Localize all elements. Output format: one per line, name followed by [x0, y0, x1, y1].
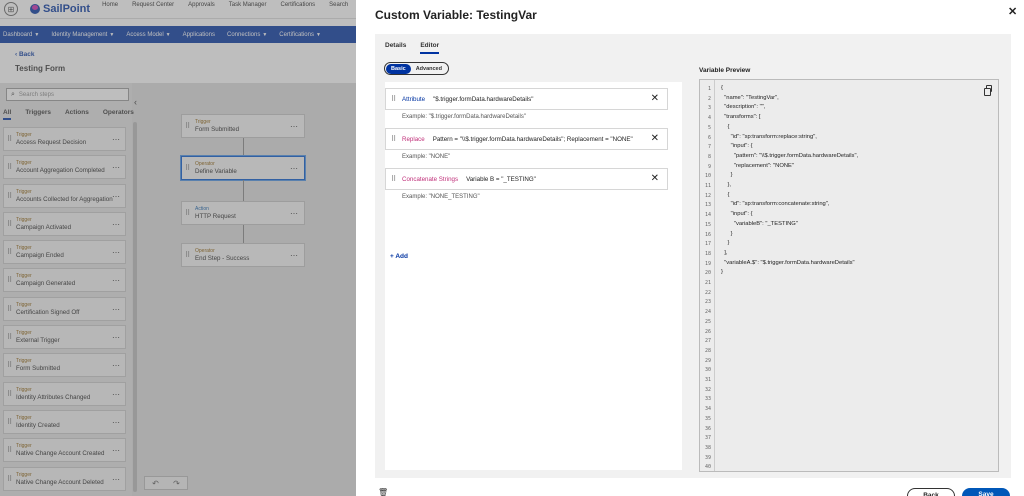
transform-editor: + Add ⠿ Attribute "$.trigger.formData.hard… [385, 82, 682, 470]
code-line: "replacement": "NONE" [721, 162, 794, 169]
code-line: "description": "", [721, 104, 766, 111]
transform-example: Example: "NONE_TESTING" [402, 194, 480, 200]
code-line: "name": "TestingVar", [721, 94, 779, 101]
transform-name[interactable]: Concatenate Strings [402, 176, 458, 183]
transform-row[interactable]: ⠿ Replace Pattern = "\\$.trigger.formData.… [385, 128, 668, 150]
line-number: 38 [704, 444, 711, 451]
transform-value[interactable]: Variable B = "_TESTING" [466, 176, 536, 183]
code-line: { [721, 191, 730, 198]
drag-handle-icon[interactable]: ⠿ [391, 135, 397, 143]
line-number: 1 [707, 86, 711, 92]
drag-handle-icon[interactable]: ⠿ [391, 175, 397, 183]
code-line: } [721, 230, 733, 237]
line-number: 33 [704, 396, 711, 403]
line-number: 25 [704, 318, 711, 325]
transform-row[interactable]: ⠿ Attribute "$.trigger.formData.hardwareDe… [385, 88, 668, 110]
line-number-gutter: 1 2 3 4 5 6 7 8 9 10 11 12 13 14 15 16 17 18 19 20 21 22 23 24 2… [700, 80, 715, 471]
copy-icon[interactable] [984, 85, 992, 96]
add-transform-button[interactable]: + Add [390, 253, 408, 260]
line-number: 18 [704, 250, 711, 257]
line-number: 15 [704, 221, 711, 228]
modal-overlay[interactable] [0, 0, 356, 496]
mode-basic[interactable]: Basic [386, 63, 411, 74]
custom-variable-drawer: Custom Variable: TestingVar ✕ Details Ed… [356, 0, 1024, 496]
remove-transform-icon[interactable]: ✕ [651, 173, 659, 184]
close-icon[interactable]: ✕ [1008, 5, 1017, 18]
line-number: 3 [707, 105, 711, 112]
line-number: 6 [707, 134, 711, 141]
line-number: 12 [704, 192, 711, 199]
transform-name[interactable]: Replace [402, 136, 425, 143]
line-number: 36 [704, 425, 711, 432]
line-number: 37 [704, 435, 711, 442]
transform-row[interactable]: ⠿ Concatenate Strings Variable B = "_TESTI… [385, 168, 668, 190]
tab-editor[interactable]: Editor [420, 42, 440, 54]
line-number: 28 [704, 347, 711, 354]
line-number: 10 [704, 173, 711, 180]
line-number: 24 [704, 309, 711, 316]
preview-label: Variable Preview [699, 67, 751, 74]
line-number: 16 [704, 231, 711, 238]
line-number: 4 [707, 115, 711, 122]
code-line: { [721, 85, 723, 91]
trash-icon[interactable]: 🗑 [378, 488, 388, 496]
code-line: "input": { [721, 143, 753, 150]
transform-example: Example: "NONE" [402, 154, 451, 160]
line-number: 34 [704, 406, 711, 413]
mode-toggle: Basic Advanced [384, 62, 449, 75]
line-number: 35 [704, 415, 711, 422]
line-number: 19 [704, 260, 711, 267]
line-number: 2 [707, 95, 711, 102]
code-line: ], [721, 249, 728, 256]
save-button[interactable]: Save [962, 488, 1010, 496]
line-number: 5 [707, 124, 711, 131]
line-number: 8 [707, 153, 711, 160]
drawer-tabs: Details Editor [385, 42, 440, 54]
line-number: 17 [704, 241, 711, 248]
code-line: } [721, 240, 730, 247]
line-number: 32 [704, 386, 711, 393]
line-number: 23 [704, 299, 711, 306]
code-line: "pattern": "\\$.trigger.formData.hardwar… [721, 152, 859, 159]
line-number: 30 [704, 367, 711, 374]
drag-handle-icon[interactable]: ⠿ [391, 95, 397, 103]
remove-transform-icon[interactable]: ✕ [651, 133, 659, 144]
transform-value[interactable]: Pattern = "\\$.trigger.formData.hardware… [433, 136, 633, 143]
code-line: "transforms": [ [721, 114, 761, 121]
tab-details[interactable]: Details [385, 42, 406, 54]
line-number: 14 [704, 212, 711, 219]
line-number: 7 [707, 144, 711, 151]
code-line: "id": "sp:transform:replace:string", [721, 133, 817, 140]
code-line: { [721, 123, 730, 130]
code-line: "input": { [721, 211, 753, 218]
line-number: 21 [704, 280, 711, 286]
transform-value[interactable]: "$.trigger.formData.hardwareDetails" [433, 96, 533, 103]
remove-transform-icon[interactable]: ✕ [651, 93, 659, 104]
transform-example: Example: "$.trigger.formData.hardwareDet… [402, 114, 526, 120]
line-number: 29 [704, 357, 711, 364]
back-button[interactable]: Back [907, 488, 955, 496]
line-number: 26 [704, 328, 711, 335]
line-number: 11 [704, 183, 711, 189]
line-number: 31 [704, 377, 711, 383]
line-number: 22 [704, 289, 711, 296]
code-line: "id": "sp:transform:concatenate:string", [721, 201, 830, 208]
line-number: 39 [704, 454, 711, 461]
code-line: } [721, 172, 733, 179]
code-line: "variableB": "_TESTING" [721, 220, 798, 227]
code-line: "variableA.$": "$.trigger.formData.hardw… [721, 259, 855, 266]
code-line: } [721, 269, 723, 276]
code-line: }, [721, 182, 731, 188]
drawer-title: Custom Variable: TestingVar [375, 8, 537, 22]
line-number: 40 [704, 464, 711, 471]
line-number: 27 [704, 338, 711, 345]
transform-name[interactable]: Attribute [402, 96, 425, 103]
line-number: 9 [707, 163, 711, 170]
variable-preview: 1 2 3 4 5 6 7 8 9 10 11 12 13 14 15 16 17 18 19 20 21 22 23 24 2… [699, 79, 999, 472]
drawer-panel: Details Editor Basic Advanced + Add ⠿ Att… [375, 34, 1011, 478]
mode-advanced[interactable]: Advanced [411, 64, 447, 74]
line-number: 20 [704, 270, 711, 277]
line-number: 13 [704, 202, 711, 209]
